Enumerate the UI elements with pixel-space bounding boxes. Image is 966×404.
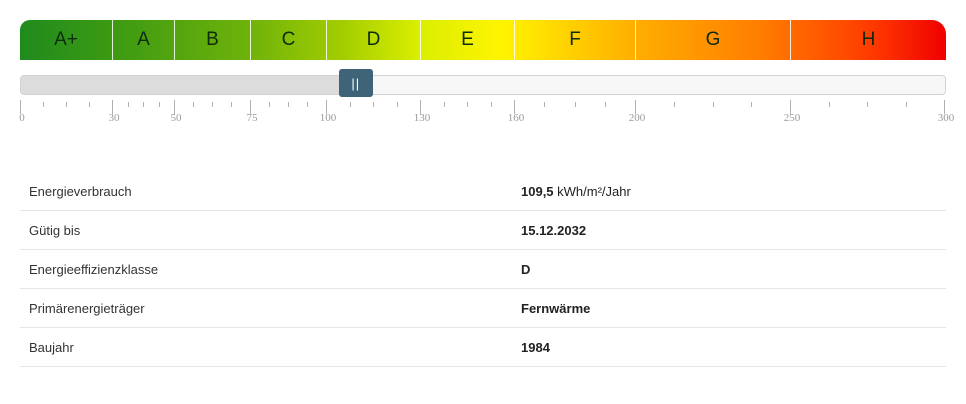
row-value: D (512, 249, 946, 289)
scale-tick-label: 160 (507, 112, 525, 124)
energy-class-segment: F (514, 20, 635, 60)
scale-tick-label: 50 (170, 112, 182, 124)
scale-minor-tick (66, 102, 67, 107)
scale-minor-tick (604, 102, 606, 107)
table-row: Energieverbrauch 109,5 kWh/m²/Jahr (20, 172, 946, 211)
energy-class-segment: H (790, 20, 946, 60)
row-value: 109,5 kWh/m²/Jahr (512, 172, 946, 211)
scale-minor-tick (712, 102, 714, 107)
scale-minor-tick (544, 102, 546, 107)
scale-tick-label: 100 (319, 112, 337, 124)
scale-minor-tick (89, 102, 90, 107)
scale-tick-label: 75 (246, 112, 258, 124)
row-value: Fernwärme (512, 288, 946, 328)
consumption-scale: 0 30 50 75 100 130 160 200 250 300 (0, 100, 966, 130)
energy-class-segment: A+ (54, 29, 78, 50)
scale-minor-tick (751, 102, 753, 107)
row-label: Baujahr (20, 327, 512, 367)
energy-info-table: Energieverbrauch 109,5 kWh/m²/Jahr Gütig… (20, 172, 946, 367)
scale-minor-tick (905, 102, 907, 107)
consumption-unit: kWh/m²/Jahr (553, 183, 631, 199)
scale-minor-tick (828, 102, 830, 107)
consumption-value: 109,5 (521, 183, 554, 199)
row-label: Energieeffizienzklasse (20, 249, 512, 289)
scale-minor-tick (307, 102, 308, 107)
row-value: 1984 (512, 327, 946, 367)
scale-minor-tick (143, 102, 144, 107)
scale-minor-tick (349, 102, 351, 107)
table-row: Baujahr 1984 (20, 327, 946, 367)
table-row: Gütig bis 15.12.2032 (20, 210, 946, 250)
scale-tick-label: 30 (108, 112, 120, 124)
energy-class-bar: A+ A B C D E F G H (20, 20, 946, 60)
table-row: Energieeffizienzklasse D (20, 249, 946, 289)
scale-tick-label: 0 (19, 112, 25, 124)
scale-minor-tick (193, 102, 194, 107)
scale-minor-tick (490, 102, 492, 107)
scale-minor-tick (373, 102, 374, 107)
energy-class-segment: B (174, 20, 250, 60)
scale-tick-label: 130 (413, 112, 431, 124)
energy-class-segment: A (112, 20, 174, 60)
scale-minor-tick (269, 102, 270, 107)
table-row: Primärenergieträger Fernwärme (20, 288, 946, 328)
scale-minor-tick (158, 102, 160, 107)
consumption-slider-track[interactable] (20, 75, 946, 95)
row-label: Gütig bis (20, 210, 512, 250)
scale-minor-tick (467, 102, 468, 107)
energy-class-segment: E (420, 20, 514, 60)
row-value: 15.12.2032 (512, 210, 946, 250)
scale-minor-tick (443, 102, 445, 107)
scale-minor-tick (673, 102, 675, 107)
scale-minor-tick (231, 102, 232, 107)
scale-minor-tick (396, 102, 398, 107)
consumption-slider-fill (21, 76, 357, 94)
scale-tick-label: 200 (628, 112, 646, 124)
row-label: Energieverbrauch (20, 172, 512, 211)
scale-minor-tick (43, 102, 44, 107)
scale-minor-tick (127, 102, 129, 107)
row-label: Primärenergieträger (20, 288, 512, 328)
scale-minor-tick (212, 102, 213, 107)
scale-minor-tick (867, 102, 868, 107)
scale-tick-label: 250 (783, 112, 801, 124)
scale-tick-label: 300 (937, 112, 955, 124)
energy-class-segment: C (250, 20, 326, 60)
energy-class-segment: G (635, 20, 790, 60)
scale-minor-tick (288, 102, 289, 107)
scale-minor-tick (574, 102, 576, 107)
energy-class-segment: D (326, 20, 420, 60)
consumption-slider-handle[interactable]: || (338, 69, 373, 97)
